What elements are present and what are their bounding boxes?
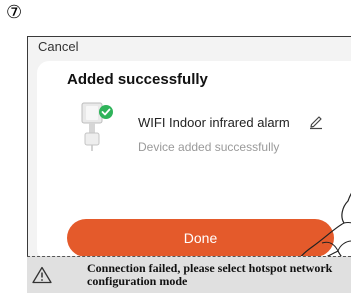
cancel-button[interactable]: Cancel (38, 39, 78, 54)
connection-note: Connection failed, please select hotspot… (27, 256, 351, 293)
alarm-device-icon (81, 102, 113, 151)
dialog-title: Added successfully (67, 71, 208, 88)
done-button[interactable]: Done (67, 219, 334, 257)
device-status: Device added successfully (138, 140, 280, 154)
phone-screen: Cancel Added successfully WIFI Indoor in… (27, 36, 351, 258)
note-text: Connection failed, please select hotspot… (87, 261, 333, 288)
step-number: ⑦ (6, 2, 23, 23)
check-badge-icon (99, 105, 113, 119)
success-dialog: Added successfully WIFI Indoor infrared … (37, 61, 351, 257)
device-name: WIFI Indoor infrared alarm (138, 115, 290, 130)
warning-icon (32, 266, 52, 284)
pencil-edit-icon[interactable] (308, 114, 324, 130)
